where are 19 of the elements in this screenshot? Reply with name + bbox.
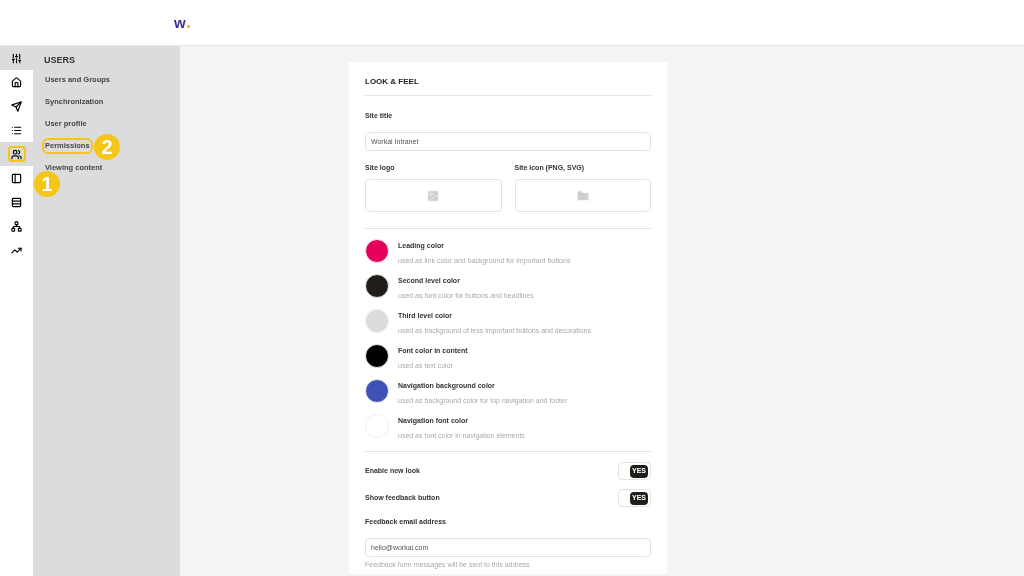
sliders-icon xyxy=(11,52,22,64)
color-swatch[interactable] xyxy=(365,379,389,403)
color-swatch[interactable] xyxy=(365,309,389,333)
rail-item[interactable] xyxy=(0,142,33,166)
home-icon xyxy=(11,76,22,88)
rail-item[interactable] xyxy=(0,46,33,70)
list-icon xyxy=(11,124,22,136)
rows-icon xyxy=(11,196,22,208)
number-badge: 2 xyxy=(94,133,120,160)
users-icon xyxy=(11,148,22,160)
network-icon xyxy=(11,220,22,232)
panel-icon xyxy=(11,172,22,184)
paper-plane-icon xyxy=(11,100,22,112)
color-swatch[interactable] xyxy=(365,274,389,298)
logo[interactable]: w xyxy=(174,15,190,30)
color-swatch[interactable] xyxy=(365,344,389,368)
color-swatch[interactable] xyxy=(365,239,389,263)
card-title: LOOK & FEEL xyxy=(365,76,651,96)
sidebar-heading: USERS xyxy=(44,54,76,67)
